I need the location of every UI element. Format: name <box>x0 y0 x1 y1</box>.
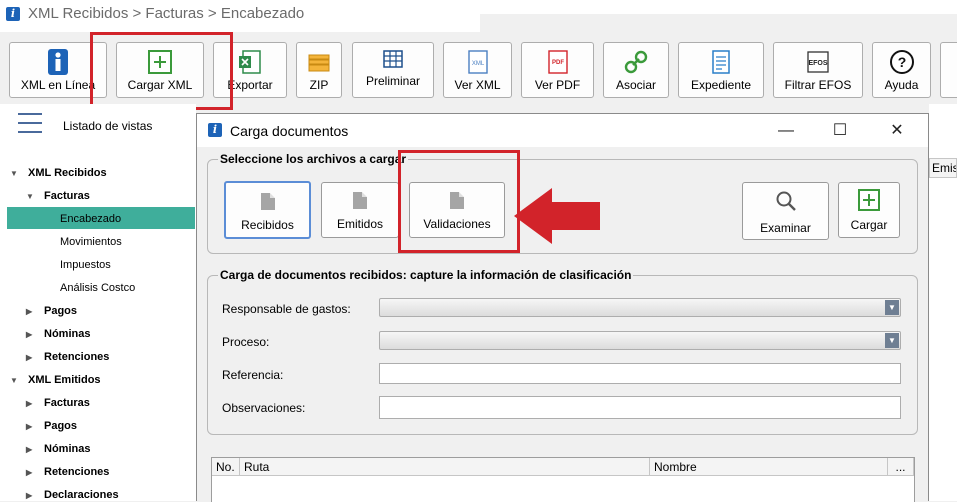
upload-document-icon <box>353 192 367 209</box>
sidebar <box>0 104 196 501</box>
xml-file-icon: XML <box>467 50 488 74</box>
cargar-button[interactable]: Cargar <box>838 182 900 238</box>
tree-item-emitidos-facturas[interactable]: ▶ Facturas <box>26 397 90 409</box>
classification-legend: Carga de documentos recibidos: capture l… <box>220 268 632 282</box>
expand-arrow-icon[interactable]: ▶ <box>26 445 40 454</box>
svg-text:PDF: PDF <box>552 60 564 66</box>
select-files-legend: Seleccione los archivos a cargar <box>220 152 407 166</box>
expand-arrow-icon[interactable]: ▶ <box>26 353 40 362</box>
efos-icon: EFOS <box>807 51 829 73</box>
tree-item-pagos[interactable]: ▶ Pagos <box>26 305 77 317</box>
preliminar-button[interactable]: Preliminar <box>352 42 434 98</box>
add-icon <box>858 189 880 211</box>
title-bar-band <box>480 14 957 32</box>
preview-grid-icon <box>383 50 403 68</box>
expand-arrow-icon[interactable]: ▶ <box>26 399 40 408</box>
zip-button[interactable]: ZIP <box>296 42 342 98</box>
column-header-ruta[interactable]: Ruta <box>240 458 650 476</box>
responsable-select[interactable]: ▼ <box>379 298 901 317</box>
examinar-button[interactable]: Examinar <box>742 182 829 240</box>
download-document-icon <box>260 193 275 210</box>
excel-icon <box>239 50 261 74</box>
referencia-label: Referencia: <box>222 368 284 382</box>
tree-item-encabezado[interactable]: Encabezado <box>60 213 121 225</box>
dialog-title-bar: i Carga documentos — ☐ ✕ <box>197 114 928 147</box>
grid-column-header-partial[interactable]: Emis <box>929 158 957 178</box>
expediente-button[interactable]: Expediente <box>678 42 764 98</box>
tree-item-movimientos[interactable]: Movimientos <box>60 236 122 248</box>
close-button[interactable]: ✕ <box>874 114 920 147</box>
tree-item-emitidos-pagos[interactable]: ▶ Pagos <box>26 420 77 432</box>
annotation-arrow-icon <box>514 188 600 244</box>
expand-arrow-icon[interactable]: ▶ <box>26 307 40 316</box>
tree-item-retenciones[interactable]: ▶ Retenciones <box>26 351 109 363</box>
maximize-button[interactable]: ☐ <box>817 114 863 147</box>
column-chooser-button[interactable]: ... <box>888 458 914 476</box>
tree-item-emitidos-nominas[interactable]: ▶ Nóminas <box>26 443 90 455</box>
app-logo-icon: i <box>6 7 20 21</box>
responsable-label: Responsable de gastos: <box>222 302 351 316</box>
expand-arrow-icon[interactable]: ▶ <box>26 491 40 500</box>
expand-arrow-icon[interactable]: ▶ <box>26 468 40 477</box>
svg-text:XML: XML <box>471 61 484 67</box>
chevron-down-icon[interactable]: ▼ <box>885 300 899 315</box>
column-header-no[interactable]: No. <box>212 458 240 476</box>
background-grid-pane: Emis <box>929 104 957 501</box>
info-icon <box>48 49 68 75</box>
files-grid[interactable]: No. Ruta Nombre ... <box>211 457 915 502</box>
tree-item-facturas[interactable]: ▼ Facturas <box>26 190 90 202</box>
minimize-button[interactable]: — <box>763 114 809 147</box>
proceso-label: Proceso: <box>222 335 270 349</box>
window-title: XML Recibidos > Facturas > Encabezado <box>28 5 305 22</box>
tree-item-emitidos-retenciones[interactable]: ▶ Retenciones <box>26 466 109 478</box>
zip-icon <box>308 54 330 72</box>
document-list-icon <box>712 50 730 74</box>
app-logo-icon: i <box>208 123 222 137</box>
toolbar-overflow-button[interactable] <box>940 42 957 98</box>
expand-arrow-icon[interactable]: ▼ <box>10 169 24 178</box>
recibidos-button[interactable]: Recibidos <box>224 181 311 239</box>
observaciones-label: Observaciones: <box>222 401 306 415</box>
filtrar-efos-button[interactable]: EFOS Filtrar EFOS <box>773 42 863 98</box>
expand-arrow-icon[interactable]: ▼ <box>26 192 40 201</box>
annotation-box-cargar-xml <box>90 32 233 110</box>
emitidos-button[interactable]: Emitidos <box>321 182 399 238</box>
pdf-file-icon: PDF <box>547 50 568 74</box>
chevron-down-icon[interactable]: ▼ <box>885 333 899 348</box>
ver-xml-button[interactable]: XML Ver XML <box>443 42 512 98</box>
column-header-nombre[interactable]: Nombre <box>650 458 888 476</box>
svg-text:?: ? <box>897 54 906 70</box>
tree-item-xml-recibidos[interactable]: ▼ XML Recibidos <box>10 167 107 179</box>
expand-arrow-icon[interactable]: ▼ <box>10 376 24 385</box>
proceso-select[interactable]: ▼ <box>379 331 901 350</box>
ver-pdf-button[interactable]: PDF Ver PDF <box>521 42 594 98</box>
help-icon: ? <box>889 50 914 74</box>
tree-item-analisis-costco[interactable]: Análisis Costco <box>60 282 135 294</box>
tree-item-xml-emitidos[interactable]: ▼ XML Emitidos <box>10 374 101 386</box>
tree-item-nominas[interactable]: ▶ Nóminas <box>26 328 90 340</box>
dialog-title: Carga documentos <box>230 123 349 139</box>
referencia-input[interactable] <box>379 363 901 384</box>
tree-item-declaraciones[interactable]: ▶ Declaraciones <box>26 489 119 501</box>
ayuda-button[interactable]: ? Ayuda <box>872 42 931 98</box>
tree-item-impuestos[interactable]: Impuestos <box>60 259 111 271</box>
expand-arrow-icon[interactable]: ▶ <box>26 330 40 339</box>
title-bar: i XML Recibidos > Facturas > Encabezado <box>0 0 957 32</box>
observaciones-input[interactable] <box>379 396 901 419</box>
menu-icon[interactable] <box>18 111 42 135</box>
carga-documentos-dialog: i Carga documentos — ☐ ✕ Seleccione los … <box>196 113 929 502</box>
sidebar-title: Listado de vistas <box>63 119 153 133</box>
svg-text:EFOS: EFOS <box>808 60 827 67</box>
annotation-box-validaciones <box>398 150 520 253</box>
expand-arrow-icon[interactable]: ▶ <box>26 422 40 431</box>
asociar-button[interactable]: Asociar <box>603 42 669 98</box>
search-icon <box>776 191 796 211</box>
link-icon <box>624 50 648 74</box>
